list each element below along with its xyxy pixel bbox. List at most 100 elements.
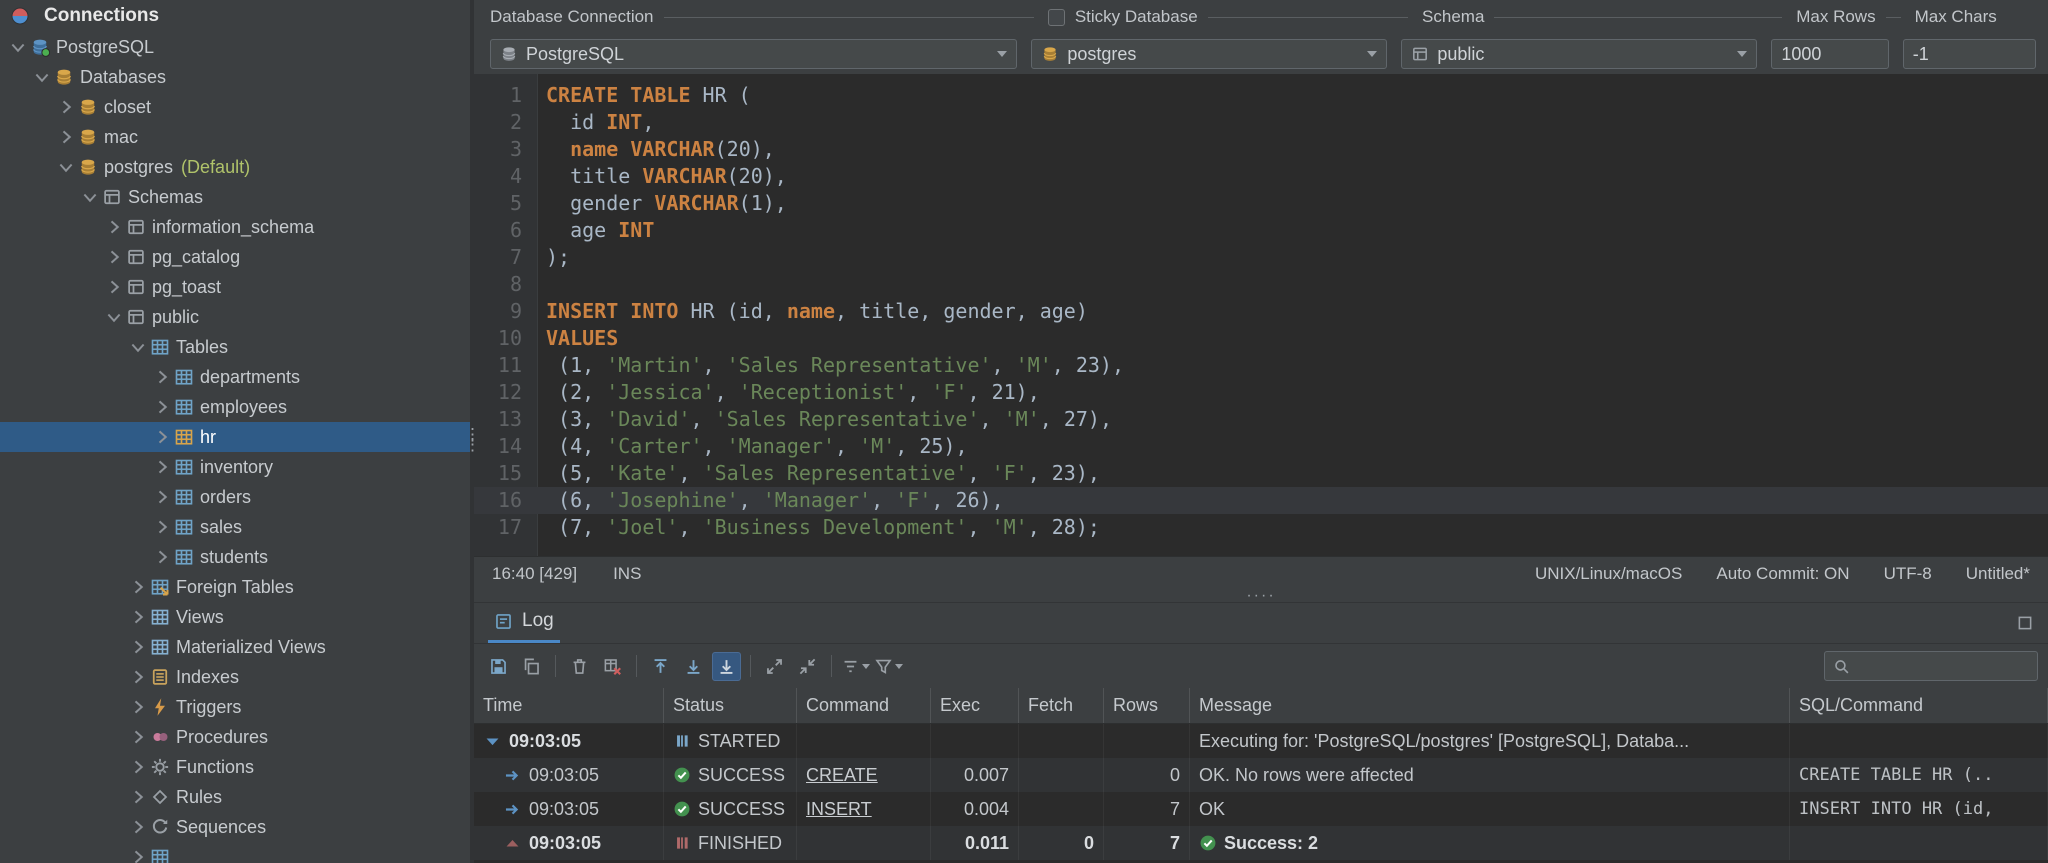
log-row[interactable]: 09:03:05FINISHED0.01107Success: 2 xyxy=(474,826,2048,860)
column-header-rows[interactable]: Rows xyxy=(1104,688,1190,723)
chevron-right-icon[interactable] xyxy=(128,727,148,747)
chevron-right-icon[interactable] xyxy=(128,787,148,807)
editor-line[interactable]: 12 (2, 'Jessica', 'Receptionist', 'F', 2… xyxy=(474,379,2048,406)
editor-line[interactable]: 3 name VARCHAR(20), xyxy=(474,136,2048,163)
max-rows-input[interactable]: 1000 xyxy=(1771,39,1888,69)
tree-item-databases[interactable]: Databases xyxy=(0,62,470,92)
chevron-right-icon[interactable] xyxy=(128,697,148,717)
tail-log-button[interactable] xyxy=(712,652,741,681)
editor-line[interactable]: 8 xyxy=(474,271,2048,298)
tree-item-orders[interactable]: orders xyxy=(0,482,470,512)
column-header-message[interactable]: Message xyxy=(1190,688,1790,723)
editor-line[interactable]: 16 (6, 'Josephine', 'Manager', 'F', 26), xyxy=(474,487,2048,514)
editor-line[interactable]: 7); xyxy=(474,244,2048,271)
editor-line[interactable]: 17 (7, 'Joel', 'Business Development', '… xyxy=(474,514,2048,541)
tree-item-views[interactable]: Views xyxy=(0,602,470,632)
finish-marker-icon[interactable] xyxy=(503,834,522,853)
aggregate-filter-button[interactable] xyxy=(841,652,870,681)
row-arrow-icon[interactable] xyxy=(503,766,522,785)
column-header-command[interactable]: Command xyxy=(797,688,931,723)
chevron-right-icon[interactable] xyxy=(56,97,76,117)
insert-mode-indicator[interactable]: INS xyxy=(613,564,641,584)
column-header-fetch[interactable]: Fetch xyxy=(1019,688,1104,723)
chevron-down-icon[interactable] xyxy=(8,37,28,57)
chevron-right-icon[interactable] xyxy=(152,457,172,477)
editor-line[interactable]: 13 (3, 'David', 'Sales Representative', … xyxy=(474,406,2048,433)
tree-item-inventory[interactable]: inventory xyxy=(0,452,470,482)
editor-code-pane[interactable]: 1CREATE TABLE HR (2 id INT,3 name VARCHA… xyxy=(474,74,2048,556)
column-header-time[interactable]: Time xyxy=(474,688,664,723)
line-endings-indicator[interactable]: UNIX/Linux/macOS xyxy=(1535,564,1682,584)
search-input[interactable] xyxy=(1857,656,2017,676)
panel-splitter[interactable]: ···· xyxy=(474,590,2048,602)
log-row[interactable]: 09:03:05SUCCESSINSERT0.0047OKINSERT INTO… xyxy=(474,792,2048,826)
editor-line[interactable]: 10VALUES xyxy=(474,325,2048,352)
chevron-right-icon[interactable] xyxy=(152,367,172,387)
tree-item-hr[interactable]: hr xyxy=(0,422,470,452)
editor-line[interactable]: 4 title VARCHAR(20), xyxy=(474,163,2048,190)
chevron-right-icon[interactable] xyxy=(152,427,172,447)
sql-editor[interactable]: 1CREATE TABLE HR (2 id INT,3 name VARCHA… xyxy=(474,74,2048,556)
chevron-right-icon[interactable] xyxy=(56,127,76,147)
scroll-to-end-button[interactable] xyxy=(679,652,708,681)
tree-item-employees[interactable]: employees xyxy=(0,392,470,422)
chevron-right-icon[interactable] xyxy=(128,577,148,597)
editor-line[interactable]: 14 (4, 'Carter', 'Manager', 'M', 25), xyxy=(474,433,2048,460)
editor-line[interactable]: 11 (1, 'Martin', 'Sales Representative',… xyxy=(474,352,2048,379)
command-link[interactable]: CREATE xyxy=(806,765,878,786)
save-log-button[interactable] xyxy=(484,652,513,681)
tree-item-pg_catalog[interactable]: pg_catalog xyxy=(0,242,470,272)
tree-item-mac[interactable]: mac xyxy=(0,122,470,152)
clear-log-button[interactable] xyxy=(598,652,627,681)
column-header-sql-command[interactable]: SQL/Command xyxy=(1790,688,2048,723)
column-header-status[interactable]: Status xyxy=(664,688,797,723)
tab-log[interactable]: Log xyxy=(488,602,560,643)
tree-item-postgresql[interactable]: PostgreSQL xyxy=(0,32,470,62)
collapse-all-button[interactable] xyxy=(793,652,822,681)
editor-line[interactable]: 15 (5, 'Kate', 'Sales Representative', '… xyxy=(474,460,2048,487)
command-link[interactable]: INSERT xyxy=(806,799,872,820)
encoding-indicator[interactable]: UTF-8 xyxy=(1884,564,1932,584)
tree-item-indexes[interactable]: Indexes xyxy=(0,662,470,692)
sticky-database-checkbox[interactable] xyxy=(1048,9,1065,26)
chevron-down-icon[interactable] xyxy=(56,157,76,177)
row-arrow-icon[interactable] xyxy=(503,800,522,819)
tree-item-tables[interactable]: Tables xyxy=(0,332,470,362)
chevron-right-icon[interactable] xyxy=(104,217,124,237)
editor-line[interactable]: 5 gender VARCHAR(1), xyxy=(474,190,2048,217)
tree-item-schemas[interactable]: Schemas xyxy=(0,182,470,212)
expander-down-icon[interactable] xyxy=(483,732,502,751)
splitter-dots-icon[interactable]: ···· xyxy=(1246,593,1275,599)
tree-item-postgres[interactable]: postgres(Default) xyxy=(0,152,470,182)
tree-item-foreign-tables[interactable]: Foreign Tables xyxy=(0,572,470,602)
delete-row-button[interactable] xyxy=(565,652,594,681)
chevron-right-icon[interactable] xyxy=(128,847,148,863)
chevron-right-icon[interactable] xyxy=(104,247,124,267)
filter-button[interactable] xyxy=(874,652,903,681)
log-row[interactable]: 09:03:05STARTEDExecuting for: 'PostgreSQ… xyxy=(474,724,2048,758)
copy-button[interactable] xyxy=(517,652,546,681)
chevron-right-icon[interactable] xyxy=(128,637,148,657)
tree-item-students[interactable]: students xyxy=(0,542,470,572)
connection-dropdown[interactable]: PostgreSQL xyxy=(490,39,1017,69)
chevron-right-icon[interactable] xyxy=(128,667,148,687)
chevron-right-icon[interactable] xyxy=(152,547,172,567)
chevron-down-icon[interactable] xyxy=(128,337,148,357)
database-dropdown[interactable]: postgres xyxy=(1031,39,1387,69)
editor-line[interactable]: 2 id INT, xyxy=(474,109,2048,136)
chevron-right-icon[interactable] xyxy=(104,277,124,297)
editor-line[interactable]: 1CREATE TABLE HR ( xyxy=(474,82,2048,109)
editor-line[interactable]: 6 age INT xyxy=(474,217,2048,244)
expand-all-button[interactable] xyxy=(760,652,789,681)
maximize-panel-icon[interactable] xyxy=(2016,614,2034,632)
log-search-box[interactable] xyxy=(1824,651,2038,681)
tree-item-rules[interactable]: Rules xyxy=(0,782,470,812)
tree-item-departments[interactable]: departments xyxy=(0,362,470,392)
tree-item-public[interactable]: public xyxy=(0,302,470,332)
log-row[interactable]: 09:03:05SUCCESSCREATE0.0070OK. No rows w… xyxy=(474,758,2048,792)
chevron-down-icon[interactable] xyxy=(104,307,124,327)
auto-commit-indicator[interactable]: Auto Commit: ON xyxy=(1716,564,1849,584)
chevron-right-icon[interactable] xyxy=(152,517,172,537)
chevron-right-icon[interactable] xyxy=(128,757,148,777)
column-header-exec[interactable]: Exec xyxy=(931,688,1019,723)
